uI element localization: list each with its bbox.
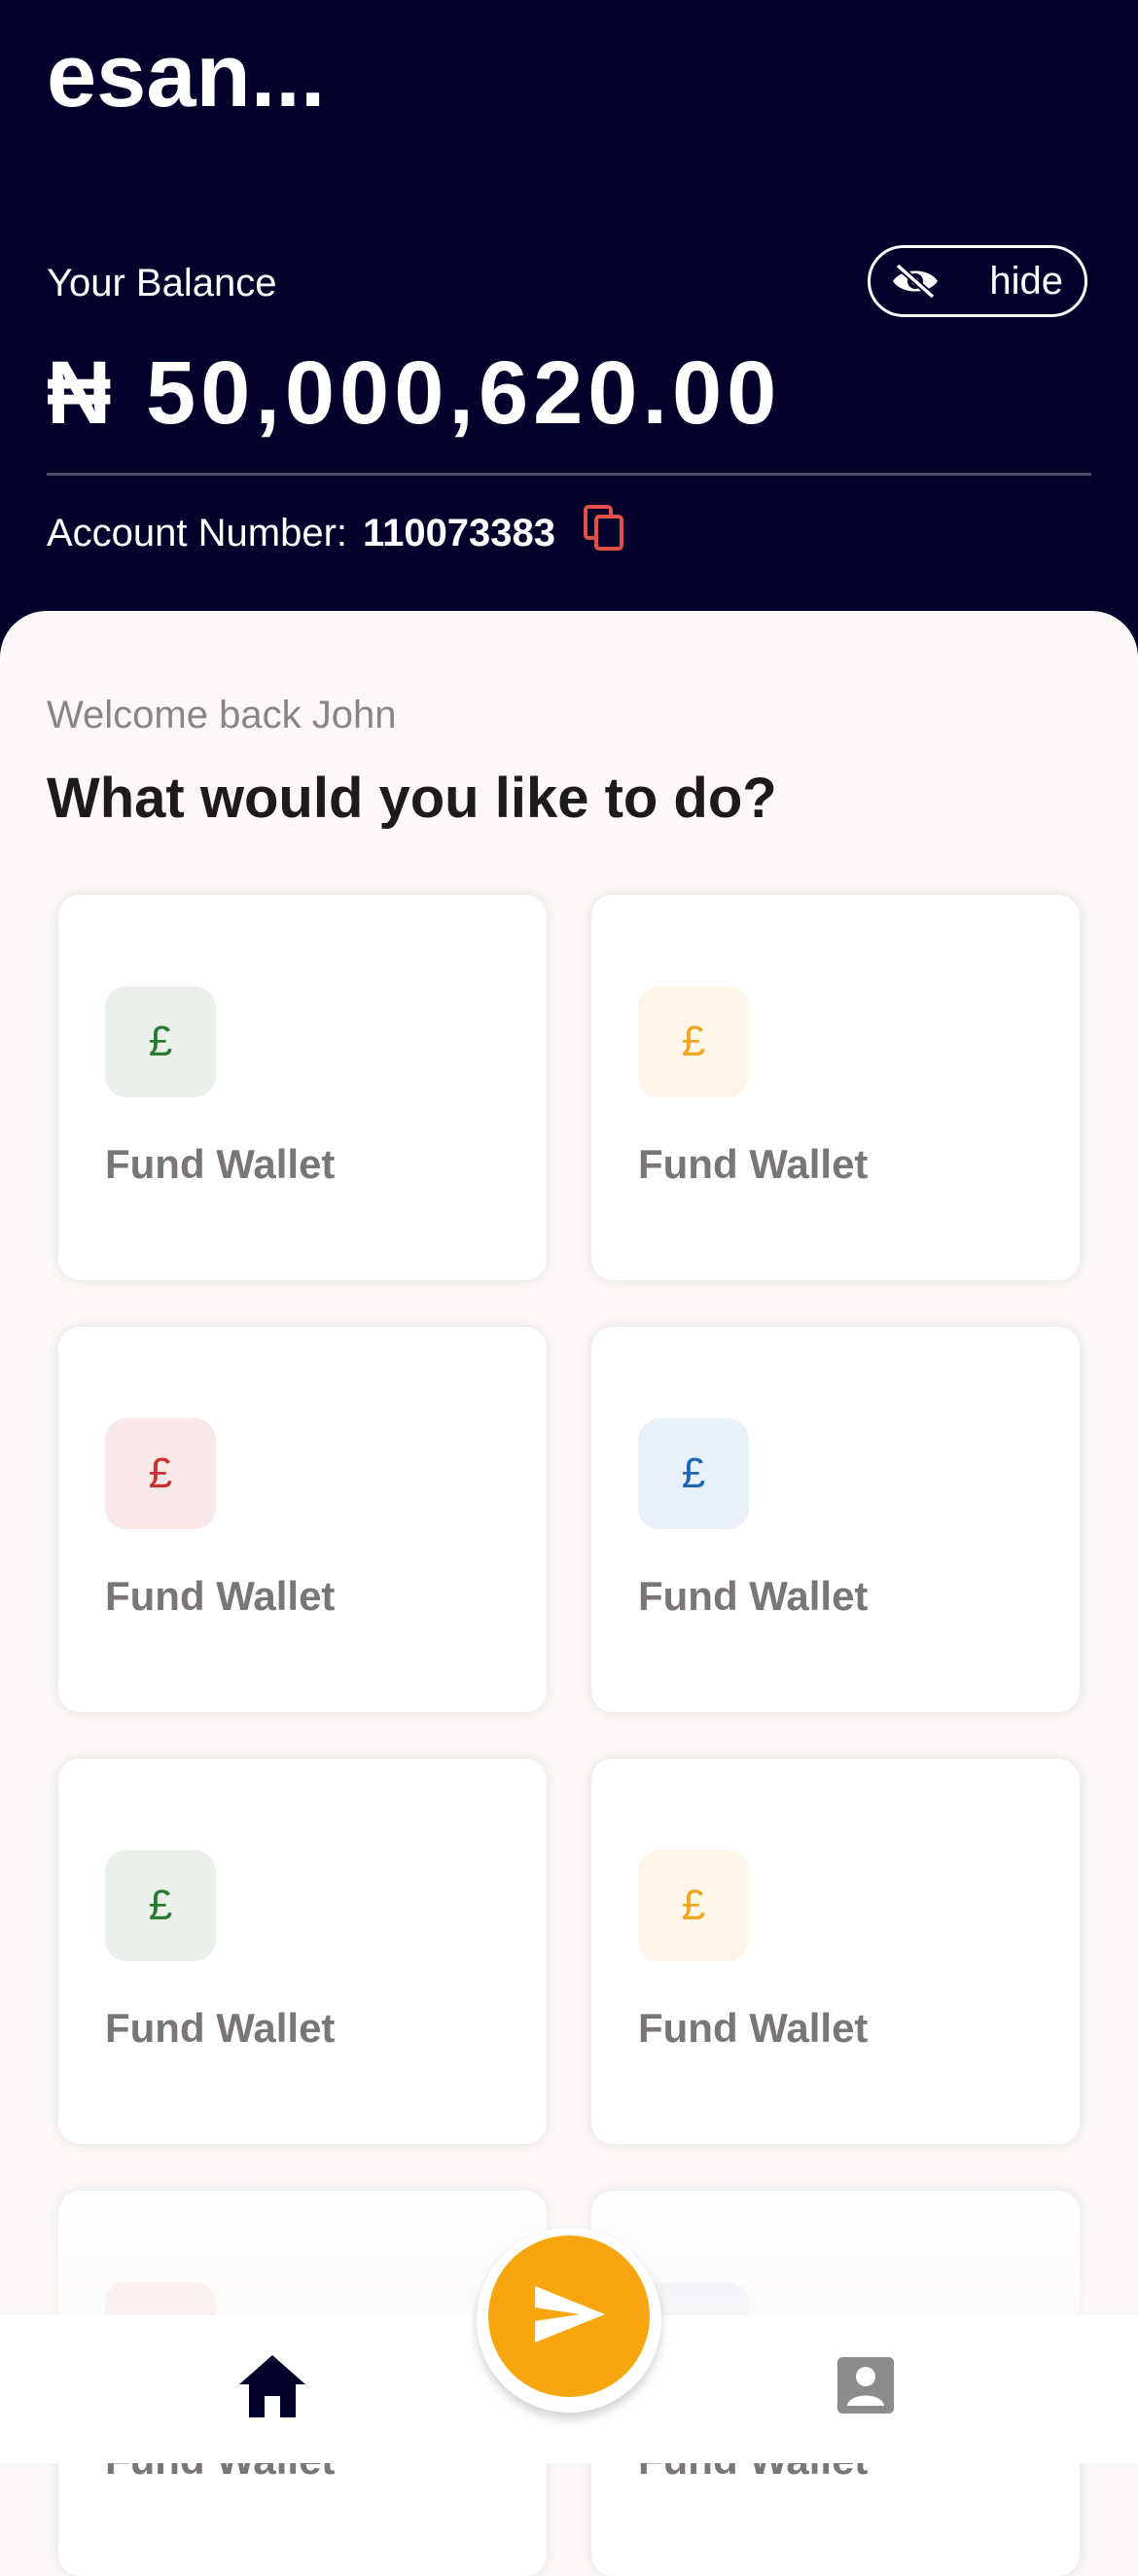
fund-wallet-card[interactable]: £ Fund Wallet	[58, 1759, 547, 2144]
balance-header: esan... Your Balance hide ₦ 50,000,620.0…	[0, 0, 1138, 681]
pound-icon: £	[638, 1850, 749, 1961]
card-label: Fund Wallet	[105, 2005, 336, 2051]
nav-home-button[interactable]	[237, 2352, 307, 2422]
copy-icon[interactable]	[583, 504, 625, 562]
card-label: Fund Wallet	[638, 1573, 869, 1619]
home-icon	[237, 2351, 307, 2424]
eye-off-icon	[890, 262, 941, 301]
fund-wallet-card[interactable]: £ Fund Wallet	[58, 895, 547, 1280]
pound-icon: £	[105, 1418, 216, 1529]
account-box-icon	[837, 2356, 894, 2418]
fund-wallet-card[interactable]: £ Fund Wallet	[591, 1327, 1080, 1712]
actions-heading: What would you like to do?	[47, 767, 777, 830]
account-number-value: 110073383	[363, 511, 556, 555]
pound-icon: £	[105, 986, 216, 1097]
account-number-label: Account Number:	[47, 511, 348, 555]
header-divider	[47, 473, 1091, 476]
fund-wallet-card[interactable]: £ Fund Wallet	[58, 1327, 547, 1712]
pound-icon: £	[105, 1850, 216, 1961]
pound-icon: £	[638, 986, 749, 1097]
send-money-button[interactable]	[488, 2236, 650, 2397]
send-icon	[531, 2282, 607, 2351]
welcome-text: Welcome back John	[47, 694, 397, 736]
fund-wallet-card[interactable]: £ Fund Wallet	[591, 895, 1080, 1280]
hide-label: hide	[989, 259, 1063, 303]
hide-balance-button[interactable]: hide	[868, 245, 1087, 317]
account-number-row: Account Number: 110073383	[47, 504, 625, 562]
fund-wallet-card[interactable]: £ Fund Wallet	[591, 1759, 1080, 2144]
card-label: Fund Wallet	[105, 1141, 336, 1187]
pound-icon: £	[638, 1418, 749, 1529]
page-title: esan...	[47, 26, 326, 125]
card-label: Fund Wallet	[638, 1141, 869, 1187]
card-label: Fund Wallet	[638, 2005, 869, 2051]
card-label: Fund Wallet	[105, 1573, 336, 1619]
nav-profile-button[interactable]	[831, 2352, 901, 2422]
balance-label: Your Balance	[47, 262, 277, 304]
balance-amount: ₦ 50,000,620.00	[47, 343, 782, 443]
